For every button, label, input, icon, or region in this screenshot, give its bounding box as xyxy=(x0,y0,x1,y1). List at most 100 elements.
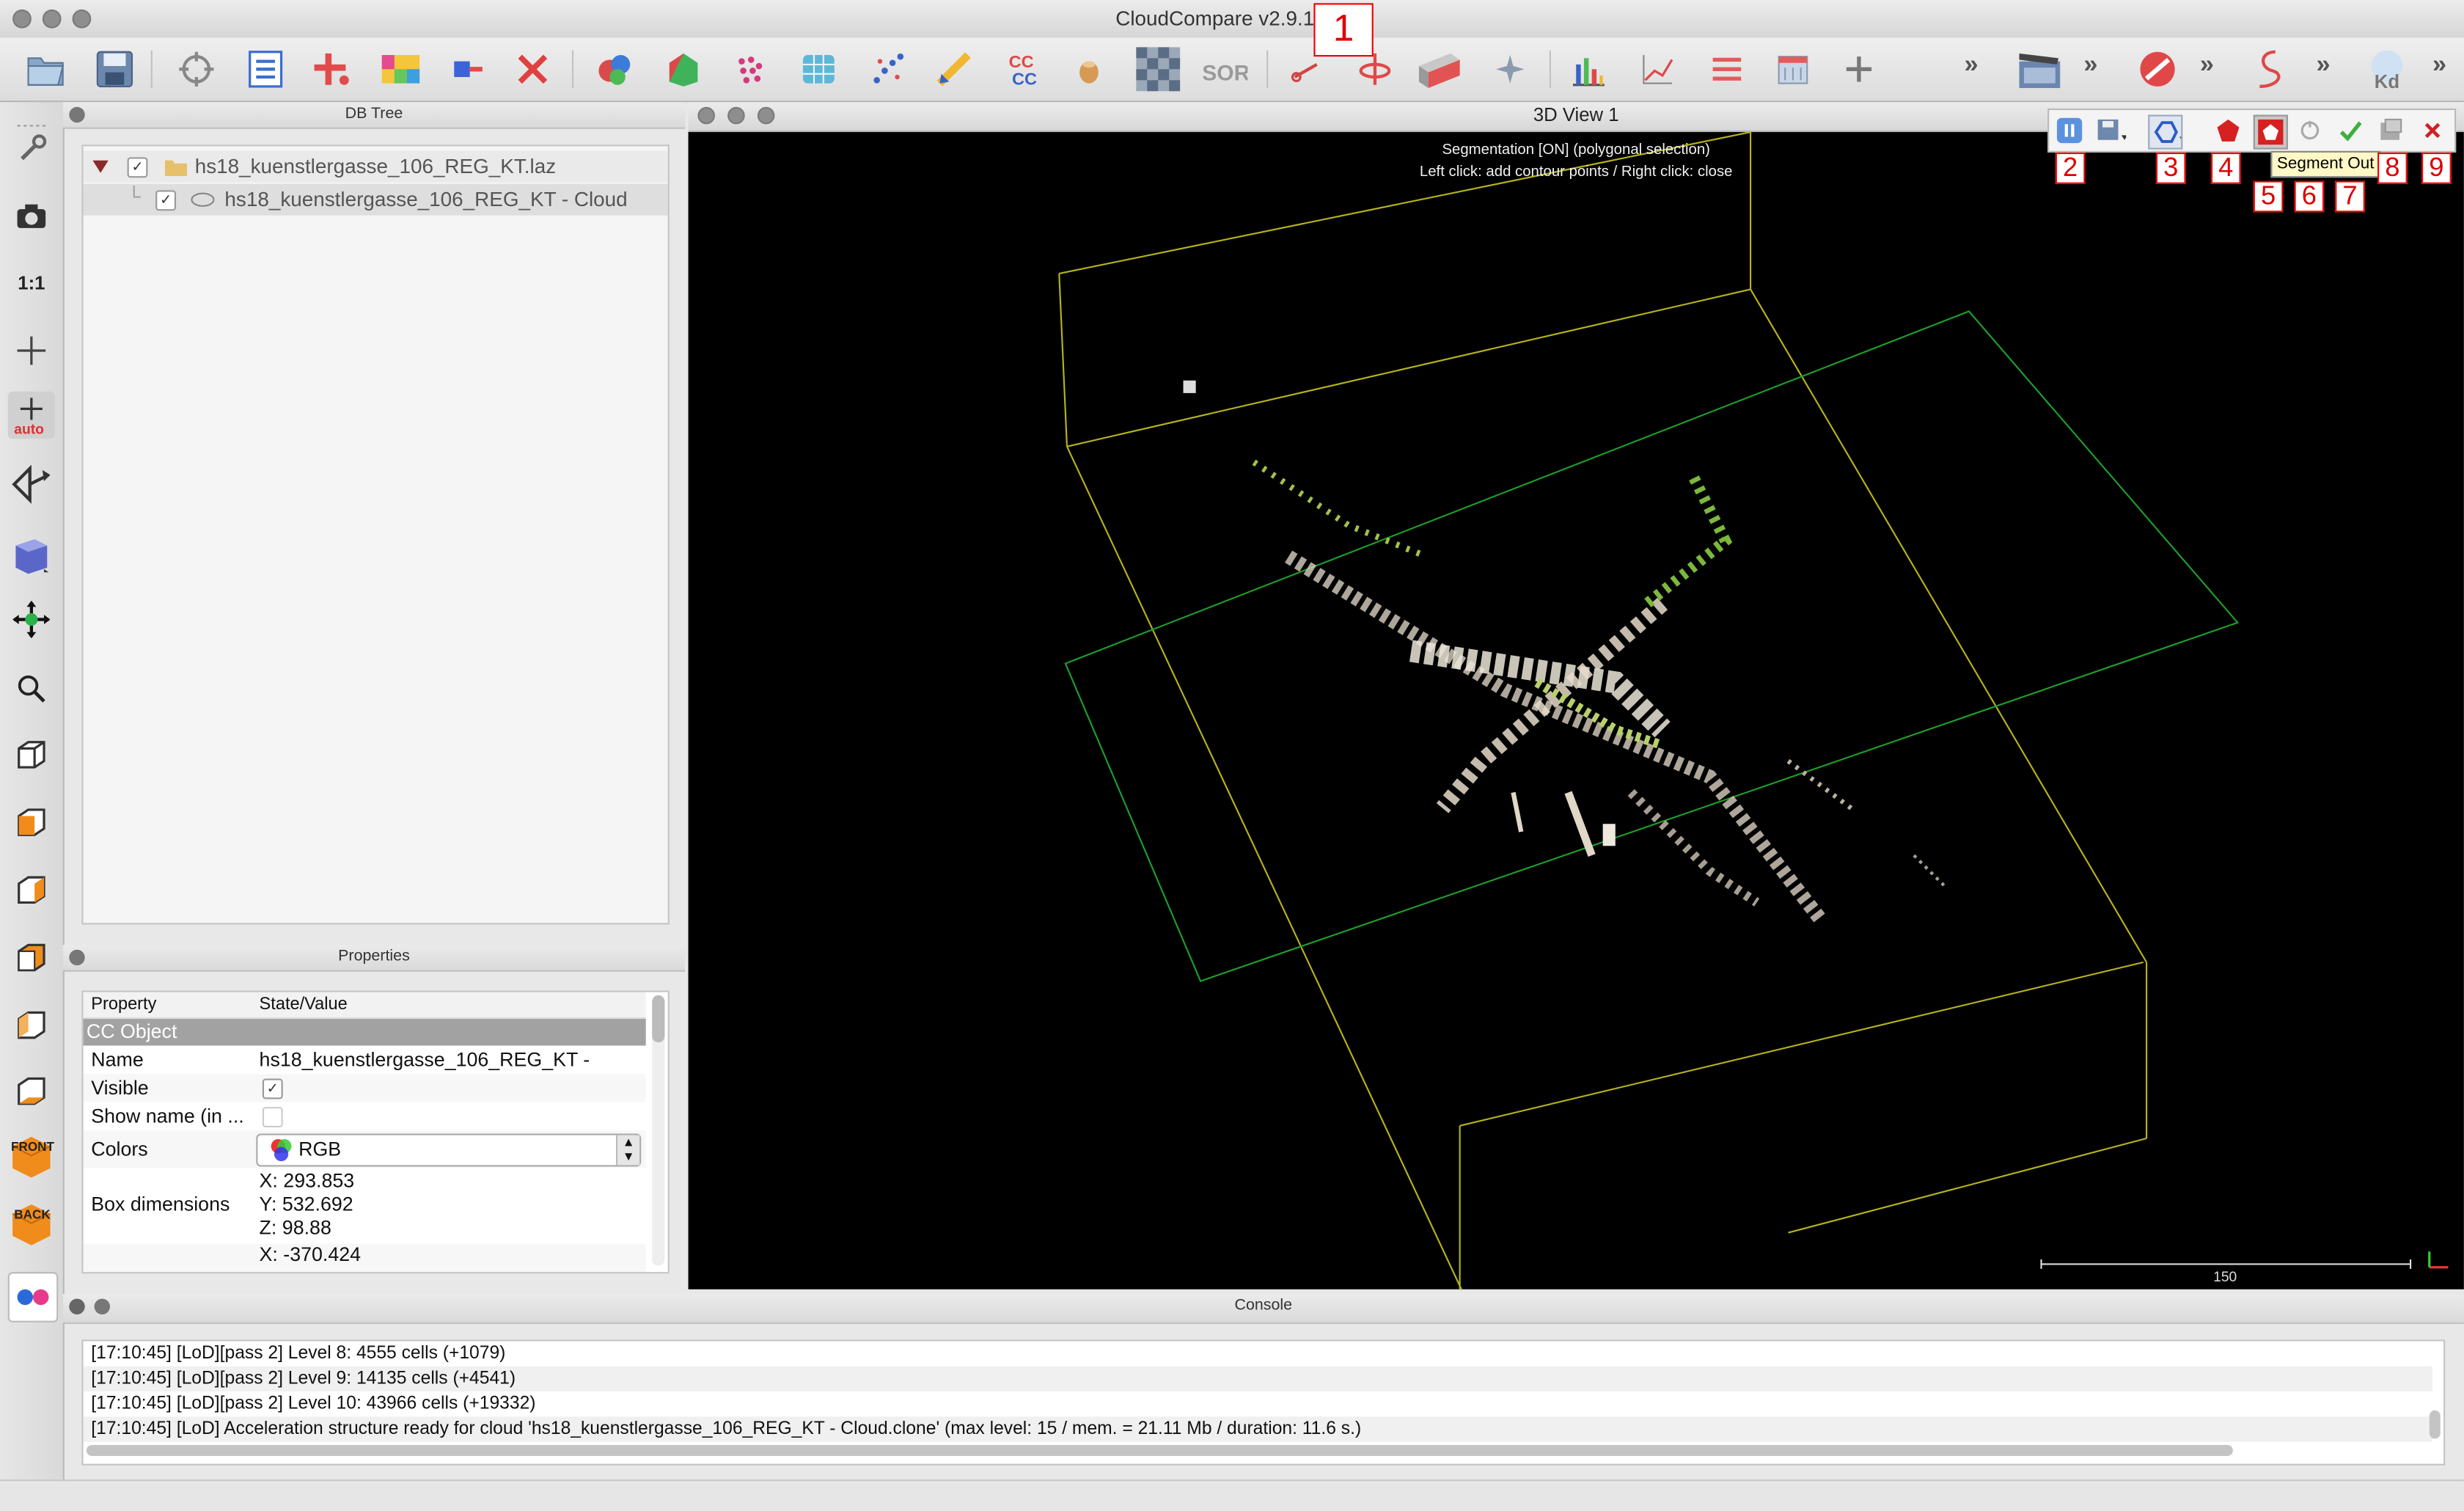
row-box-dimensions: Box dimensions X: 293.853 Y: 532.692 Z: … xyxy=(91,1169,355,1240)
perspective-icon[interactable] xyxy=(8,461,55,508)
point-cloud-render[interactable]: 150 xyxy=(689,132,2464,1289)
bucket-icon[interactable] xyxy=(1066,45,1112,92)
load-save-polyline-button[interactable] xyxy=(2094,114,2127,146)
more-chevron-icon[interactable]: » xyxy=(2083,52,2097,81)
dropdown-stepper-icon: ▲ ▼ xyxy=(615,1135,640,1166)
status-bar xyxy=(0,1479,2464,1511)
minmax-icon[interactable] xyxy=(1704,45,1750,92)
box-y-value: Y: 532.692 xyxy=(259,1193,353,1216)
expand-arrow-icon[interactable] xyxy=(92,160,109,173)
filter-icon[interactable] xyxy=(1770,45,1816,92)
top-view-icon[interactable] xyxy=(8,731,55,778)
checker-icon[interactable] xyxy=(1134,45,1181,92)
auto-pivot-button[interactable]: auto xyxy=(7,391,55,439)
undock-icon[interactable] xyxy=(69,106,85,123)
iso-front-view-button[interactable]: FRONT xyxy=(8,1134,55,1181)
colors-dropdown[interactable]: RGB ▲ ▼ xyxy=(256,1133,642,1167)
pause-segmentation-button[interactable] xyxy=(2054,114,2086,146)
curve-icon[interactable] xyxy=(2244,45,2291,92)
left-view-icon[interactable] xyxy=(8,866,55,913)
tree-item-file-checkbox[interactable]: ✓ xyxy=(127,157,148,178)
axis-triad-icon xyxy=(2428,1251,2449,1269)
list-icon[interactable] xyxy=(242,45,289,92)
subsample-icon[interactable] xyxy=(865,45,912,92)
more-chevron-icon[interactable]: » xyxy=(2200,52,2214,81)
tree-item-cloud-label: hs18_kuenstlergasse_106_REG_KT - Cloud xyxy=(224,187,628,211)
bottom-view-icon[interactable] xyxy=(8,1068,55,1115)
column-header-property: Property xyxy=(91,995,157,1014)
3d-view-canvas[interactable]: 150 Segmentation [ON] (polygonal selecti… xyxy=(688,132,2464,1289)
zoom-icon[interactable] xyxy=(8,665,55,712)
plot-icon[interactable] xyxy=(1635,45,1682,92)
open-folder-icon[interactable] xyxy=(22,45,69,92)
segment-in-button[interactable] xyxy=(2212,114,2244,146)
more-chevron-icon[interactable]: » xyxy=(1965,52,1979,81)
point-picking-icon[interactable] xyxy=(173,45,220,92)
console-line: [17:10:45] [LoD][pass 2] Level 9: 14135 … xyxy=(83,1366,2433,1392)
show-name-checkbox[interactable] xyxy=(262,1107,283,1127)
row-visible: Visible ✓ xyxy=(83,1074,646,1102)
add-point-icon[interactable] xyxy=(308,45,355,92)
sample-icon[interactable] xyxy=(726,45,773,92)
wrench-icon[interactable] xyxy=(8,125,55,172)
histogram-icon[interactable] xyxy=(1565,45,1612,92)
undock-icon[interactable] xyxy=(69,949,85,966)
reset-button[interactable] xyxy=(2294,114,2325,146)
stop-icon[interactable] xyxy=(2134,45,2181,92)
console-header: Console xyxy=(62,1294,2464,1324)
svg-text:Kd: Kd xyxy=(2375,72,2399,91)
gradient-icon[interactable] xyxy=(931,45,978,92)
right-view-icon[interactable] xyxy=(8,1001,55,1048)
polygon-selection-button[interactable] xyxy=(2148,114,2183,150)
console-vertical-scrollbar[interactable] xyxy=(2429,1410,2441,1439)
main-toolbar: CC CC SOR » » » » Kd » xyxy=(0,37,2464,103)
scale-bar: 150 xyxy=(2040,1259,2412,1285)
cc-icon[interactable]: CC CC xyxy=(1000,45,1046,92)
undock-icon[interactable] xyxy=(94,1298,110,1315)
plus-icon[interactable] xyxy=(1836,45,1882,92)
rgb-icon xyxy=(271,1139,292,1162)
console-line: [17:10:45] [LoD][pass 2] Level 8: 4555 c… xyxy=(91,1344,506,1364)
star-icon[interactable] xyxy=(1486,45,1533,92)
segment-out-tooltip: Segment Out xyxy=(2270,150,2381,178)
save-icon[interactable] xyxy=(91,45,138,92)
more-chevron-icon[interactable]: » xyxy=(2316,52,2330,81)
cancel-button[interactable] xyxy=(2417,114,2449,146)
confirm-and-delete-button[interactable] xyxy=(2376,114,2408,146)
iso-back-view-button[interactable]: BACK xyxy=(8,1201,55,1248)
camera-icon[interactable] xyxy=(8,192,55,239)
console-horizontal-scrollbar[interactable] xyxy=(86,1444,2233,1456)
title-bar: CloudCompare v2.9.1 [64 xyxy=(0,0,2464,40)
row-name[interactable]: Name hs18_kuenstlergasse_106_REG_KT - Cl… xyxy=(84,1045,646,1100)
zoom-one-to-one-button[interactable]: 1:1 xyxy=(8,260,55,307)
kd-icon[interactable]: Kd xyxy=(2364,45,2410,92)
console-close-icon[interactable] xyxy=(69,1298,85,1315)
svg-text:auto: auto xyxy=(14,422,44,437)
light-cube-icon[interactable] xyxy=(8,530,55,577)
front-view-icon[interactable] xyxy=(8,799,55,846)
console-log: [17:10:45] [LoD][pass 2] Level 8: 4555 c… xyxy=(81,1339,2446,1466)
delete-x-icon[interactable] xyxy=(509,45,556,92)
sor-icon[interactable]: SOR xyxy=(1200,45,1247,92)
merge-icon[interactable] xyxy=(591,45,638,92)
move-icon[interactable] xyxy=(8,596,55,643)
back-view-icon[interactable] xyxy=(8,934,55,981)
console-title: Console xyxy=(1234,1297,1293,1315)
tree-item-file[interactable]: ✓ hs18_kuenstlergasse_106_REG_KT.laz (/V… xyxy=(83,150,668,209)
film-icon[interactable] xyxy=(2014,45,2061,92)
visible-checkbox[interactable]: ✓ xyxy=(262,1078,283,1100)
stereo-mode-icon[interactable] xyxy=(7,1272,59,1322)
set-pivot-icon[interactable] xyxy=(8,327,55,374)
plane-icon[interactable] xyxy=(1415,45,1462,92)
more-chevron-icon[interactable]: » xyxy=(2432,52,2446,81)
scalar-field-icon[interactable] xyxy=(660,45,707,92)
mesh-icon[interactable] xyxy=(795,45,842,92)
svg-text:CC: CC xyxy=(1009,52,1034,71)
tree-item-cloud[interactable]: └ ✓ hs18_kuenstlergasse_106_REG_KT - Clo… xyxy=(83,183,668,216)
tree-item-cloud-checkbox[interactable]: ✓ xyxy=(155,190,176,211)
segment-out-button[interactable] xyxy=(2253,114,2288,150)
confirm-button[interactable] xyxy=(2335,114,2366,146)
color-palette-icon[interactable] xyxy=(377,45,424,92)
scissors-segment-icon[interactable] xyxy=(444,45,491,92)
properties-scrollbar[interactable] xyxy=(652,995,665,1266)
